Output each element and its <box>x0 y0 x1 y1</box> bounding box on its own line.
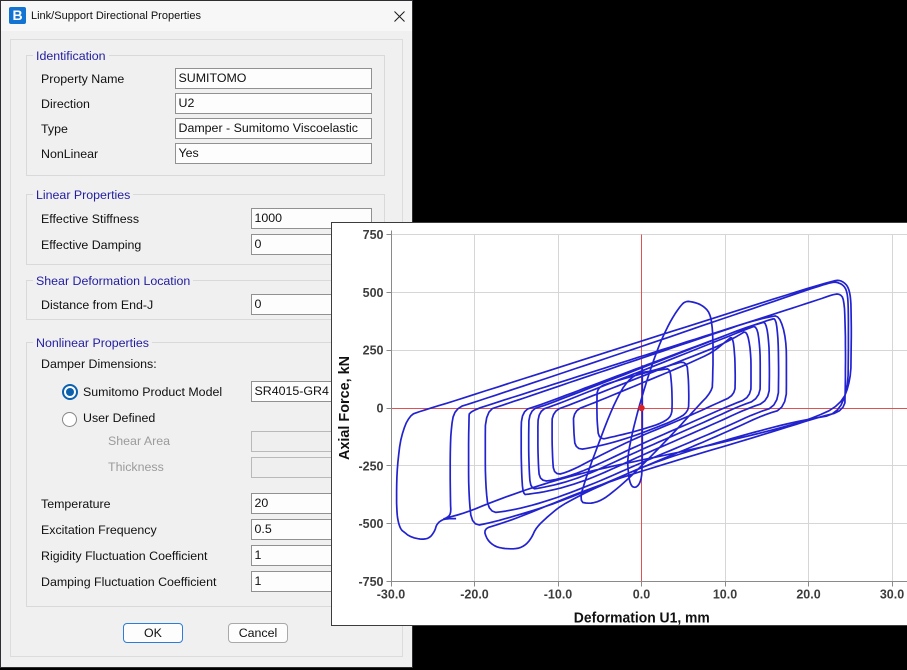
svg-text:250: 250 <box>363 344 384 358</box>
svg-text:-10.0: -10.0 <box>544 588 573 602</box>
svg-text:0.0: 0.0 <box>633 588 650 602</box>
svg-text:Deformation U1, mm: Deformation U1, mm <box>574 611 710 626</box>
svg-text:20.0: 20.0 <box>796 588 820 602</box>
svg-text:30.0: 30.0 <box>880 588 904 602</box>
svg-text:0: 0 <box>377 402 384 416</box>
svg-text:750: 750 <box>363 228 384 242</box>
svg-text:Axial Force, kN: Axial Force, kN <box>337 356 353 460</box>
svg-text:-250: -250 <box>358 459 383 473</box>
svg-text:10.0: 10.0 <box>713 588 737 602</box>
svg-text:500: 500 <box>363 286 384 300</box>
svg-text:-20.0: -20.0 <box>460 588 489 602</box>
svg-text:-30.0: -30.0 <box>377 588 406 602</box>
svg-text:-500: -500 <box>358 517 383 531</box>
